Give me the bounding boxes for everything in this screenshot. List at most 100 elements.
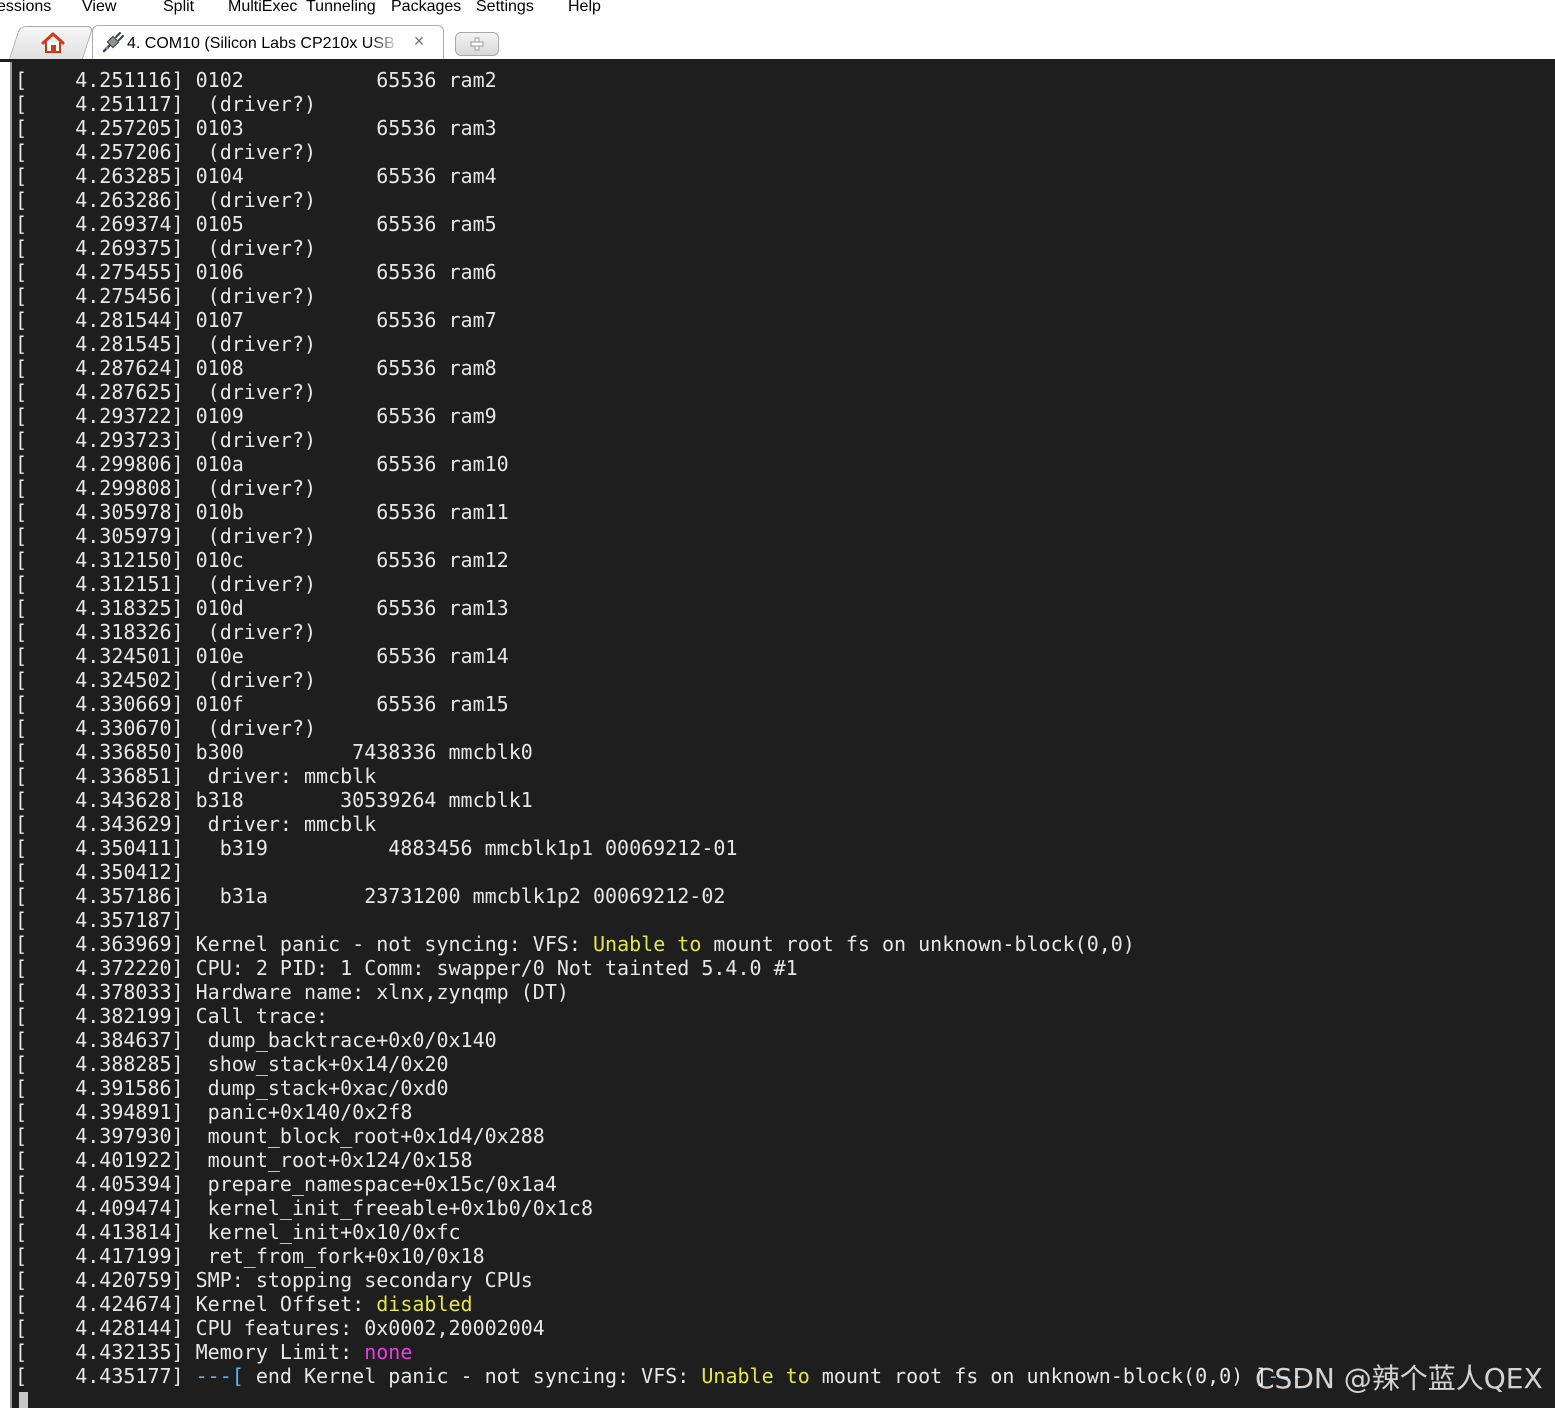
log-timestamp: [ 4.251116] — [15, 68, 196, 92]
log-text: (driver?) — [195, 668, 317, 692]
menu-view[interactable]: View — [82, 0, 116, 20]
log-text: (driver?) — [195, 236, 317, 260]
terminal-line: [ 4.318325] 010d 65536 ram13 — [15, 596, 1303, 620]
log-text: mount_block_root+0x1d4/0x288 — [195, 1124, 545, 1148]
log-timestamp: [ 4.372220] — [15, 956, 196, 980]
terminal-line: [ 4.312151] (driver?) — [15, 572, 1303, 596]
log-text: show_stack+0x14/0x20 — [195, 1052, 449, 1076]
log-timestamp: [ 4.424674] — [15, 1292, 196, 1316]
menu-bar: essions View Split MultiExec Tunneling P… — [0, 0, 1555, 22]
log-timestamp: [ 4.382199] — [15, 1004, 196, 1028]
log-text: 010e 65536 ram14 — [195, 644, 509, 668]
new-tab-plus-icon — [470, 37, 484, 51]
terminal-line: [ 4.420759] SMP: stopping secondary CPUs — [15, 1268, 1303, 1292]
log-timestamp: [ 4.312150] — [15, 548, 196, 572]
log-text: CPU features: 0x0002,20002004 — [195, 1316, 545, 1340]
terminal-line: [ 4.257206] (driver?) — [15, 140, 1303, 164]
terminal-line: [ 4.336851] driver: mmcblk — [15, 764, 1303, 788]
terminal-output[interactable]: [ 4.251116] 0102 65536 ram2[ 4.251117] (… — [0, 62, 1555, 1408]
menu-sessions[interactable]: essions — [0, 0, 51, 20]
terminal-line: [ 4.330670] (driver?) — [15, 716, 1303, 740]
log-text: dump_backtrace+0x0/0x140 — [195, 1028, 497, 1052]
menu-help[interactable]: Help — [568, 0, 601, 20]
log-text: 010f 65536 ram15 — [195, 692, 509, 716]
log-timestamp: [ 4.305978] — [15, 500, 196, 524]
terminal-text: [ 4.251116] 0102 65536 ram2[ 4.251117] (… — [15, 68, 1303, 1388]
terminal-line: [ 4.287624] 0108 65536 ram8 — [15, 356, 1303, 380]
menu-settings[interactable]: Settings — [476, 0, 534, 20]
log-timestamp: [ 4.263286] — [15, 188, 196, 212]
menu-multiexec[interactable]: MultiExec — [228, 0, 297, 20]
log-text: 0108 65536 ram8 — [195, 356, 497, 380]
log-text: (driver?) — [195, 188, 317, 212]
log-text: 0106 65536 ram6 — [195, 260, 497, 284]
log-timestamp: [ 4.269374] — [15, 212, 196, 236]
log-timestamp: [ 4.299806] — [15, 452, 196, 476]
terminal-line: [ 4.378033] Hardware name: xlnx,zynqmp (… — [15, 980, 1303, 1004]
terminal-line: [ 4.299806] 010a 65536 ram10 — [15, 452, 1303, 476]
log-text: 0102 65536 ram2 — [195, 68, 497, 92]
new-tab-button[interactable] — [455, 32, 499, 56]
log-timestamp: [ 4.312151] — [15, 572, 196, 596]
log-timestamp: [ 4.305979] — [15, 524, 196, 548]
log-timestamp: [ 4.287624] — [15, 356, 196, 380]
log-text: none — [364, 1340, 413, 1364]
log-text: ---[ — [195, 1364, 244, 1388]
log-timestamp: [ 4.299808] — [15, 476, 196, 500]
terminal-line: [ 4.257205] 0103 65536 ram3 — [15, 116, 1303, 140]
log-timestamp: [ 4.263285] — [15, 164, 196, 188]
log-text: (driver?) — [195, 284, 317, 308]
terminal-line: [ 4.424674] Kernel Offset: disabled — [15, 1292, 1303, 1316]
menu-packages[interactable]: Packages — [391, 0, 461, 20]
terminal-line: [ 4.293723] (driver?) — [15, 428, 1303, 452]
log-text: b318 30539264 mmcblk1 — [195, 788, 533, 812]
log-timestamp: [ 4.357187] — [15, 908, 196, 932]
session-tab-label[interactable]: 4. COM10 (Silicon Labs CP210x USB to UAR… — [127, 35, 395, 53]
log-text: to — [677, 932, 702, 956]
log-text: (driver?) — [195, 476, 317, 500]
terminal-line: [ 4.275456] (driver?) — [15, 284, 1303, 308]
log-text: 010b 65536 ram11 — [195, 500, 509, 524]
serial-plug-icon — [101, 32, 125, 54]
log-timestamp: [ 4.391586] — [15, 1076, 196, 1100]
log-timestamp: [ 4.275456] — [15, 284, 196, 308]
terminal-line: [ 4.388285] show_stack+0x14/0x20 — [15, 1052, 1303, 1076]
log-text: Hardware name: xlnx,zynqmp (DT) — [195, 980, 569, 1004]
log-text: Kernel panic - not syncing: VFS: — [195, 932, 593, 956]
log-timestamp: [ 4.281544] — [15, 308, 196, 332]
log-text: Unable — [592, 932, 666, 956]
close-tab-icon[interactable]: × — [409, 31, 429, 51]
log-text: disabled — [376, 1292, 473, 1316]
tab-bar: 4. COM10 (Silicon Labs CP210x USB to UAR… — [0, 22, 1555, 62]
menu-tunneling[interactable]: Tunneling — [306, 0, 376, 20]
log-timestamp: [ 4.405394] — [15, 1172, 196, 1196]
terminal-line: [ 4.263286] (driver?) — [15, 188, 1303, 212]
log-text: (driver?) — [195, 572, 317, 596]
log-text: panic+0x140/0x2f8 — [195, 1100, 413, 1124]
log-text: 010a 65536 ram10 — [195, 452, 509, 476]
menu-split[interactable]: Split — [163, 0, 194, 20]
log-timestamp: [ 4.318326] — [15, 620, 196, 644]
log-text: 010c 65536 ram12 — [195, 548, 509, 572]
terminal-line: [ 4.269374] 0105 65536 ram5 — [15, 212, 1303, 236]
home-icon[interactable] — [40, 31, 66, 55]
log-timestamp: [ 4.378033] — [15, 980, 196, 1004]
terminal-line: [ 4.350411] b319 4883456 mmcblk1p1 00069… — [15, 836, 1303, 860]
terminal-line: [ 4.357186] b31a 23731200 mmcblk1p2 0006… — [15, 884, 1303, 908]
terminal-line: [ 4.405394] prepare_namespace+0x15c/0x1a… — [15, 1172, 1303, 1196]
log-text: mount_root+0x124/0x158 — [195, 1148, 473, 1172]
log-text: driver: mmcblk — [195, 812, 377, 836]
terminal-line: [ 4.324501] 010e 65536 ram14 — [15, 644, 1303, 668]
log-text: 010d 65536 ram13 — [195, 596, 509, 620]
log-text: (driver?) — [195, 716, 317, 740]
log-timestamp: [ 4.420759] — [15, 1268, 196, 1292]
terminal-line: [ 4.428144] CPU features: 0x0002,2000200… — [15, 1316, 1303, 1340]
log-timestamp: [ 4.350411] — [15, 836, 196, 860]
log-timestamp: [ 4.435177] — [15, 1364, 196, 1388]
log-timestamp: [ 4.401922] — [15, 1148, 196, 1172]
log-text: mount root fs on unknown-block(0,0) ] — [809, 1364, 1268, 1388]
log-timestamp: [ 4.330669] — [15, 692, 196, 716]
log-timestamp: [ 4.417199] — [15, 1244, 196, 1268]
terminal-line: [ 4.413814] kernel_init+0x10/0xfc — [15, 1220, 1303, 1244]
